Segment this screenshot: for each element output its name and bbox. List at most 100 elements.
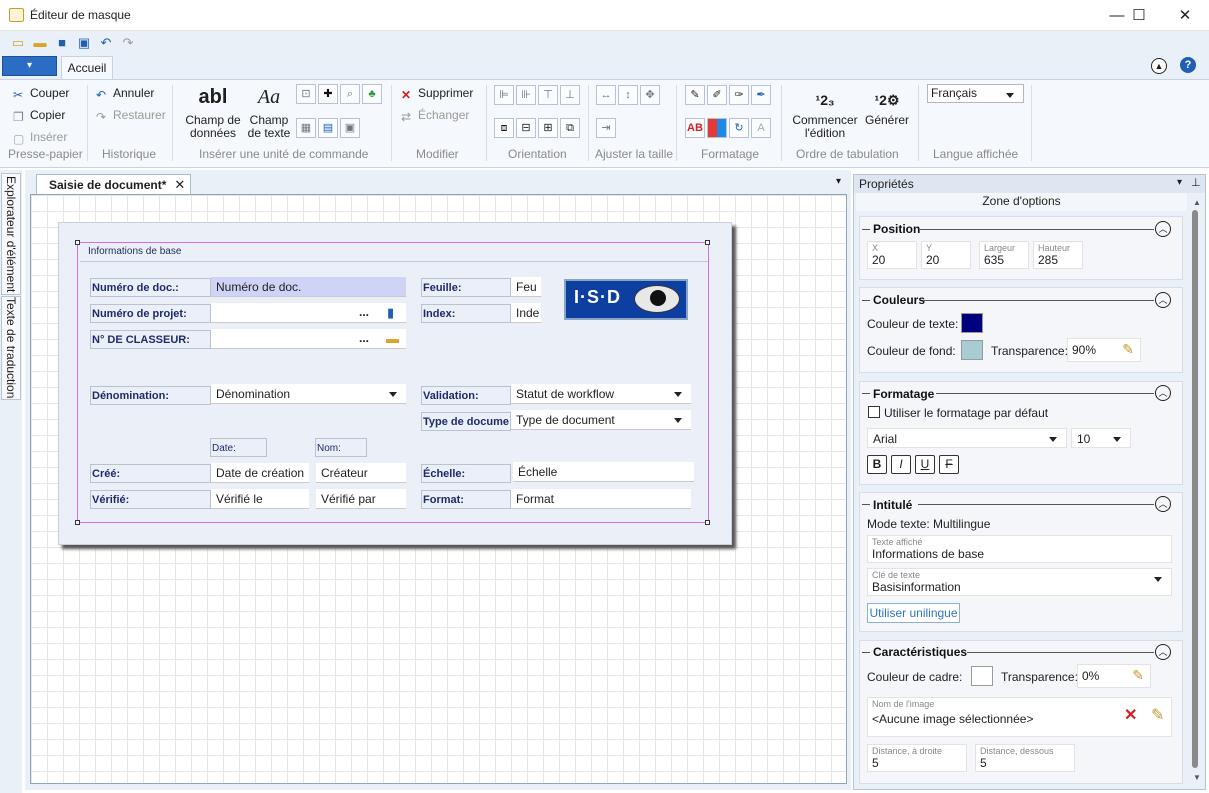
maximize-button[interactable]: ☐ xyxy=(1116,0,1162,31)
cut-button[interactable]: ✂ Couper xyxy=(13,86,69,102)
brush-copy-icon[interactable]: ✑ xyxy=(729,85,749,105)
type-document-select[interactable]: Type de document xyxy=(511,410,691,430)
font-size-select[interactable]: 10 xyxy=(1071,428,1131,448)
delete-button[interactable]: ✕ Supprimer xyxy=(401,86,473,102)
tab-accueil[interactable]: Accueil xyxy=(61,56,113,80)
fit-size-icon[interactable]: ⇥ xyxy=(596,118,616,138)
ribbon-collapse-icon[interactable]: ▲ xyxy=(1151,58,1167,74)
distance-right-field[interactable]: Distance, à droite 5 xyxy=(867,744,967,772)
folder-icon[interactable]: ▬ xyxy=(386,331,399,346)
language-select[interactable]: Français xyxy=(927,84,1024,103)
strikethrough-button[interactable]: F xyxy=(939,455,959,474)
redo-icon[interactable]: ↷ xyxy=(120,36,136,50)
default-format-checkbox[interactable] xyxy=(868,406,880,418)
font-select[interactable]: Arial xyxy=(867,428,1067,448)
format-disabled-icon[interactable]: A xyxy=(751,118,771,138)
index-field[interactable]: Inde xyxy=(511,303,541,323)
echelle-field[interactable]: Échelle xyxy=(513,462,694,482)
distribute-horizontal-icon[interactable]: ⧉ xyxy=(560,118,580,138)
y-field[interactable]: Y 20 xyxy=(921,241,971,269)
plant-icon[interactable]: ♣ xyxy=(362,84,382,104)
doc-menu-chevron-icon[interactable]: ▾ xyxy=(836,176,841,187)
align-top-icon[interactable]: ⊤ xyxy=(538,85,558,105)
resize-handle[interactable] xyxy=(705,520,710,525)
undo-button[interactable]: ↶ Annuler xyxy=(96,86,154,102)
same-height-icon[interactable]: ↕ xyxy=(618,85,638,105)
feuille-field[interactable]: Feu xyxy=(511,277,541,297)
tab-element-explorer[interactable]: Explorateur d'élément xyxy=(1,173,21,295)
save-all-icon[interactable]: ▣ xyxy=(76,36,92,50)
brush-edit-icon[interactable]: ✐ xyxy=(707,85,727,105)
brush-icon[interactable]: ✎ xyxy=(685,85,705,105)
align-left-icon[interactable]: ⊫ xyxy=(494,85,514,105)
denomination-select[interactable]: Dénomination xyxy=(211,384,406,404)
pin-icon[interactable]: ⊥ xyxy=(1191,176,1201,189)
format-field[interactable]: Format xyxy=(511,489,691,509)
bg-color-swatch[interactable] xyxy=(961,340,983,360)
distance-below-field[interactable]: Distance, dessous 5 xyxy=(975,744,1075,772)
center-horizontal-icon[interactable]: ⧈ xyxy=(494,118,514,138)
restore-button[interactable]: ↷ Restaurer xyxy=(96,108,166,124)
tab-saisie-document[interactable]: Saisie de document* ✕ xyxy=(36,174,191,194)
resize-handle[interactable] xyxy=(75,520,80,525)
resize-handle[interactable] xyxy=(75,240,80,245)
height-field[interactable]: Hauteur 285 xyxy=(1033,241,1083,269)
window-icon[interactable]: ▣ xyxy=(340,118,360,138)
text-key-select[interactable]: Clé de texte Basisinformation xyxy=(867,568,1172,596)
table-icon[interactable]: ▤ xyxy=(318,118,338,138)
calendar-icon[interactable]: ▦ xyxy=(296,118,316,138)
new-folder-icon[interactable]: ▭ xyxy=(10,36,26,50)
position-collapse-icon[interactable]: ︿ xyxy=(1155,221,1171,237)
close-tab-icon[interactable]: ✕ xyxy=(174,177,185,192)
swap-button[interactable]: ⇄ Échanger xyxy=(401,108,469,124)
resize-handle[interactable] xyxy=(705,240,710,245)
brush-apply-icon[interactable]: ✒ xyxy=(751,85,771,105)
edit-image-pencil-icon[interactable]: ✎ xyxy=(1151,705,1164,725)
tab-translation-text[interactable]: Texte de traduction xyxy=(1,296,21,400)
cree-date-field[interactable]: Date de création xyxy=(211,463,309,483)
puzzle-icon[interactable]: ✚ xyxy=(318,84,338,104)
refresh-icon[interactable]: ↻ xyxy=(729,118,749,138)
file-menu-button[interactable]: ▾ xyxy=(2,56,57,76)
copy-button[interactable]: ❐ Copier xyxy=(13,108,65,124)
paste-button[interactable]: ▢ Insérer xyxy=(13,130,67,146)
data-field-button[interactable]: abl Champ de données xyxy=(185,86,241,142)
scroll-up-icon[interactable]: ▲ xyxy=(1193,198,1201,207)
insert-tool-icon[interactable]: ⊡ xyxy=(296,84,316,104)
color-grid-icon[interactable] xyxy=(707,118,727,138)
x-field[interactable]: X 20 xyxy=(867,241,917,269)
underline-button[interactable]: U xyxy=(915,455,935,474)
frame-color-swatch[interactable] xyxy=(971,666,993,686)
distribute-icon[interactable]: ⊞ xyxy=(538,118,558,138)
caption-collapse-icon[interactable]: ︿ xyxy=(1155,496,1171,512)
text-color-swatch[interactable] xyxy=(961,313,983,333)
clear-image-icon[interactable]: ✕ xyxy=(1124,705,1137,725)
same-width-icon[interactable]: ↔ xyxy=(596,85,616,105)
search-field-icon[interactable]: ⌕ xyxy=(340,84,360,104)
align-right-icon[interactable]: ⊪ xyxy=(516,85,536,105)
frame-transparency-field[interactable]: 0% ✎ xyxy=(1077,664,1151,688)
bg-transparency-field[interactable]: 90% ✎ xyxy=(1067,338,1141,362)
text-field-button[interactable]: Aa Champ de texte xyxy=(246,86,292,142)
same-size-icon[interactable]: ✥ xyxy=(640,85,660,105)
help-icon[interactable]: ? xyxy=(1180,57,1196,73)
classeur-field[interactable] xyxy=(211,329,406,349)
scrollbar-thumb[interactable] xyxy=(1192,210,1198,768)
verifie-date-field[interactable]: Vérifié le xyxy=(211,489,309,509)
undo-icon[interactable]: ↶ xyxy=(98,36,114,50)
start-edit-button[interactable]: ¹2₃ Commencer l'édition xyxy=(789,86,861,144)
width-field[interactable]: Largeur 635 xyxy=(979,241,1029,269)
close-button[interactable]: ✕ xyxy=(1162,0,1208,31)
colors-collapse-icon[interactable]: ︿ xyxy=(1155,292,1171,308)
save-icon[interactable]: ■ xyxy=(54,36,70,50)
validation-select[interactable]: Statut de workflow xyxy=(511,384,691,404)
browse-projet-button[interactable]: ... xyxy=(359,305,369,319)
verifie-nom-field[interactable]: Vérifié par xyxy=(316,489,406,509)
panel-menu-icon[interactable]: ▾ xyxy=(1177,177,1182,188)
bold-button[interactable]: B xyxy=(867,455,887,474)
text-format-ab-icon[interactable]: AB xyxy=(685,118,705,138)
browse-classeur-button[interactable]: ... xyxy=(359,331,369,345)
formatting-collapse-icon[interactable]: ︿ xyxy=(1155,385,1171,401)
cree-nom-field[interactable]: Créateur xyxy=(316,463,406,483)
scroll-down-icon[interactable]: ▼ xyxy=(1193,773,1201,782)
